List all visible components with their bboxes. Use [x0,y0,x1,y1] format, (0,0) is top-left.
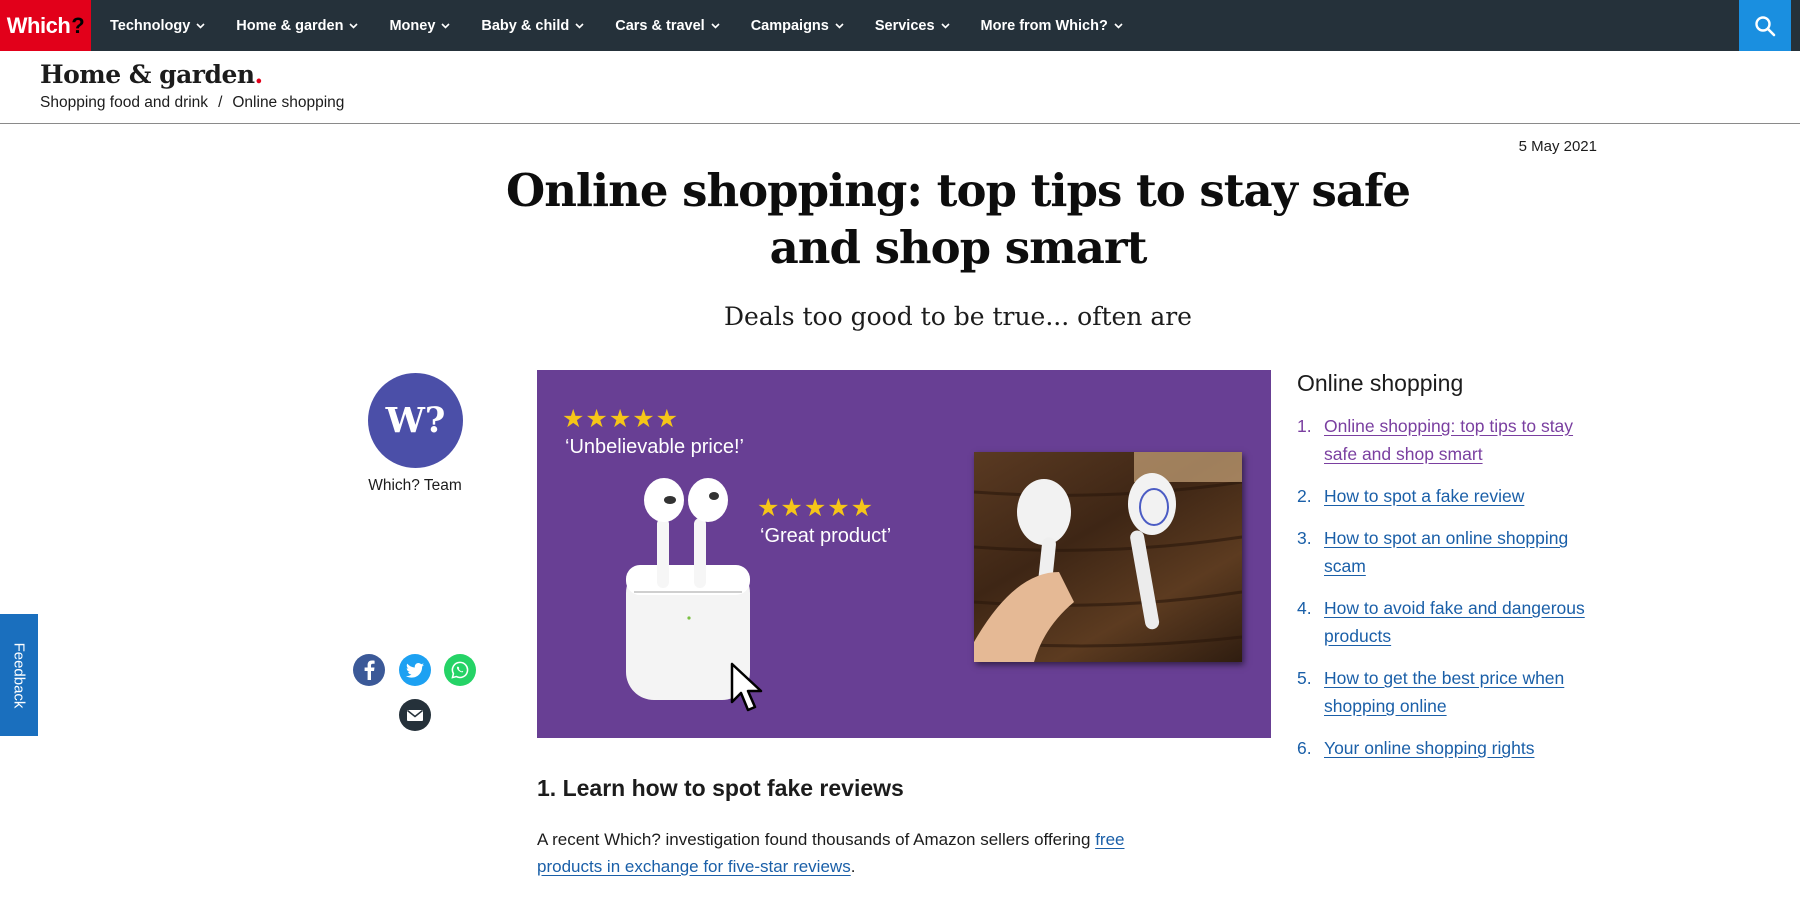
top-navigation: Which? Technology Home & garden Money Ba… [0,0,1800,51]
shower-heads-photo [973,452,1243,662]
nav-item-label: More from Which? [980,17,1108,34]
breadcrumb-item-shopping-food-drink[interactable]: Shopping food and drink [40,94,208,112]
toc-link-dangerous-products[interactable]: How to avoid fake and dangerous products [1324,594,1597,650]
nav-item-label: Cars & travel [615,17,705,34]
toc-item: 6. Your online shopping rights [1297,734,1597,762]
share-twitter-button[interactable] [399,654,431,686]
breadcrumb-separator: / [218,94,223,111]
nav-item-label: Baby & child [481,17,570,34]
nav-item-technology[interactable]: Technology [110,18,206,34]
product-photo [973,452,1243,662]
nav-item-label: Money [389,17,436,34]
article-section-heading: 1. Learn how to spot fake reviews [537,775,904,801]
toc-link-shopping-rights[interactable]: Your online shopping rights [1324,734,1534,762]
hero-quote-1: ‘Unbelievable price!’ [565,436,744,458]
toc-item-number: 5. [1297,668,1312,688]
author-avatar[interactable]: W? [368,373,463,468]
mouse-cursor-icon [730,662,763,712]
article-subtitle: Deals too good to be true... often are [724,302,1192,331]
toc-item: 4. How to avoid fake and dangerous produc… [1297,594,1597,650]
section-title[interactable]: Home & garden. [40,60,263,89]
breadcrumb: Shopping food and drink / Online shoppin… [40,94,344,112]
toc-item-number: 3. [1297,528,1312,548]
nav-item-label: Campaigns [750,17,829,34]
toc-item: 2. How to spot a fake review [1297,482,1597,510]
article-hero-image: ★★★★★ ‘Unbelievable price!’ ★★★★★ ‘Great… [537,370,1271,738]
nav-item-money[interactable]: Money [389,18,451,34]
toc-link-top-tips[interactable]: Online shopping: top tips to stay safe a… [1324,412,1597,468]
nav-item-label: Home & garden [236,17,344,34]
toc-item: 1. Online shopping: top tips to stay safe… [1297,412,1597,468]
article-date: 5 May 2021 [1518,138,1597,155]
whatsapp-icon [451,661,469,679]
nav-item-label: Technology [110,17,191,34]
toc-link-fake-review[interactable]: How to spot a fake review [1324,482,1524,510]
share-email-button[interactable] [399,699,431,731]
toc-link-online-scam[interactable]: How to spot an online shopping scam [1324,524,1597,580]
toc-heading: Online shopping [1297,370,1464,396]
nav-item-services[interactable]: Services [875,18,951,34]
chevron-down-icon [940,20,951,31]
toc-link-best-price[interactable]: How to get the best price when shopping … [1324,664,1597,720]
author-name[interactable]: Which? Team [340,477,490,495]
which-logo[interactable]: Which? [0,0,91,51]
section-title-text: Home & garden [40,60,255,89]
section-title-dot: . [254,60,264,89]
section-header: Home & garden. Shopping food and drink /… [0,51,1800,124]
nav-item-baby-child[interactable]: Baby & child [481,18,585,34]
share-whatsapp-button[interactable] [444,654,476,686]
chevron-down-icon [195,20,206,31]
chevron-down-icon [574,20,585,31]
facebook-icon [364,660,375,680]
toc-item: 5. How to get the best price when shoppin… [1297,664,1597,720]
nav-item-home-garden[interactable]: Home & garden [236,18,359,34]
toc-list: 1. Online shopping: top tips to stay safe… [1297,412,1597,776]
toc-item: 3. How to spot an online shopping scam [1297,524,1597,580]
feedback-tab[interactable]: Feedback [0,614,38,736]
toc-item-number: 6. [1297,738,1312,758]
five-star-rating-icon: ★★★★★ [562,405,680,433]
toc-item-number: 1. [1297,416,1312,436]
paragraph-text: A recent Which? investigation found thou… [537,830,1096,849]
toc-item-number: 4. [1297,598,1312,618]
chevron-down-icon [834,20,845,31]
nav-item-campaigns[interactable]: Campaigns [751,18,845,34]
article-paragraph: A recent Which? investigation found thou… [537,826,1187,880]
nav-item-cars-travel[interactable]: Cars & travel [615,18,720,34]
logo-mark: ? [71,12,85,38]
chevron-down-icon [440,20,451,31]
twitter-icon [406,662,424,678]
search-icon [1755,15,1776,36]
paragraph-text-end: . [850,857,856,876]
email-icon [407,709,423,721]
share-facebook-button[interactable] [353,654,385,686]
nav-item-more-from-which[interactable]: More from Which? [981,18,1124,34]
article-title: Online shopping: top tips to stay safe a… [506,164,1411,274]
feedback-label: Feedback [10,642,28,708]
chevron-down-icon [1113,20,1124,31]
nav-item-label: Services [874,17,935,34]
breadcrumb-item-online-shopping[interactable]: Online shopping [232,94,344,112]
toc-item-number: 2. [1297,486,1312,506]
chevron-down-icon [710,20,721,31]
nav-menu: Technology Home & garden Money Baby & ch… [110,18,1154,34]
logo-text: Which [6,12,71,38]
search-button[interactable] [1739,0,1791,51]
chevron-down-icon [348,20,359,31]
